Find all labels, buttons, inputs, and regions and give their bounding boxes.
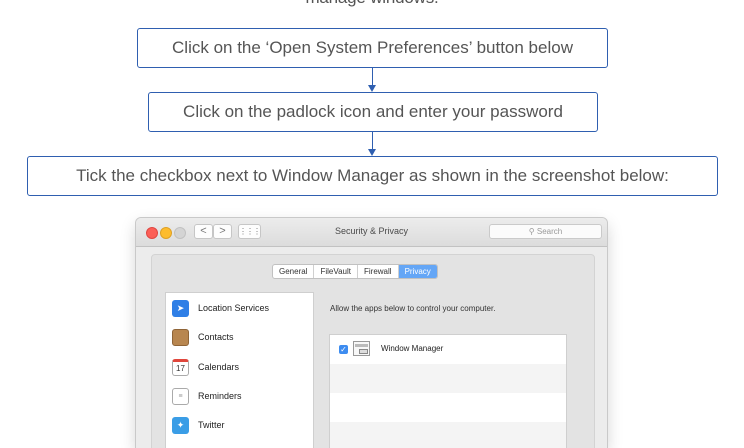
instruction-heading: manage windows. bbox=[0, 0, 744, 8]
accessibility-description: Allow the apps below to control your com… bbox=[330, 304, 496, 313]
window-manager-checkbox[interactable]: ✓ bbox=[339, 345, 348, 354]
sidebar-item-label: Location Services bbox=[198, 303, 270, 313]
sidebar-item-reminders[interactable]: ≡ Reminders bbox=[172, 386, 242, 406]
reminders-list-icon: ≡ bbox=[172, 387, 189, 405]
twitter-bird-icon: ✦ bbox=[172, 416, 189, 434]
arrow-connector bbox=[372, 132, 373, 150]
calendar-icon: 17 bbox=[172, 358, 189, 376]
sidebar-item-label: Reminders bbox=[198, 391, 242, 401]
list-item-empty bbox=[330, 364, 566, 393]
sidebar-item-twitter[interactable]: ✦ Twitter bbox=[172, 415, 225, 435]
tab-privacy[interactable]: Privacy bbox=[398, 265, 437, 278]
step-open-system-preferences: Click on the ‘Open System Preferences’ b… bbox=[137, 28, 608, 68]
privacy-category-list: ➤ Location Services Contacts 17 Calendar… bbox=[165, 292, 314, 448]
list-item-empty bbox=[330, 422, 566, 448]
step-click-padlock: Click on the padlock icon and enter your… bbox=[148, 92, 598, 132]
tab-filevault[interactable]: FileVault bbox=[314, 265, 358, 278]
tab-firewall[interactable]: Firewall bbox=[358, 265, 399, 278]
sidebar-item-calendars[interactable]: 17 Calendars bbox=[172, 357, 239, 377]
search-input[interactable]: ⚲ Search bbox=[489, 224, 602, 239]
tab-bar: General FileVault Firewall Privacy bbox=[272, 264, 438, 279]
search-icon: ⚲ bbox=[528, 227, 537, 236]
tab-general[interactable]: General bbox=[273, 265, 315, 278]
step-tick-checkbox: Tick the checkbox next to Window Manager… bbox=[27, 156, 718, 196]
sidebar-item-label: Contacts bbox=[198, 332, 234, 342]
arrow-down-icon bbox=[368, 85, 376, 92]
security-privacy-window: < > ⋮⋮⋮ Security & Privacy ⚲ Search Gene… bbox=[136, 218, 607, 448]
sidebar-item-location-services[interactable]: ➤ Location Services bbox=[172, 298, 269, 318]
sidebar-item-label: Calendars bbox=[198, 362, 240, 372]
arrow-down-icon bbox=[368, 149, 376, 156]
sidebar-item-contacts[interactable]: Contacts bbox=[172, 327, 234, 347]
list-item-empty bbox=[330, 393, 566, 422]
title-bar: < > ⋮⋮⋮ Security & Privacy ⚲ Search bbox=[136, 218, 607, 247]
search-placeholder: Search bbox=[536, 227, 563, 236]
window-manager-app-icon bbox=[353, 341, 370, 356]
app-list: ✓ Window Manager bbox=[329, 334, 567, 448]
contacts-book-icon bbox=[172, 328, 189, 346]
arrow-connector bbox=[372, 68, 373, 86]
app-name: Window Manager bbox=[381, 344, 444, 353]
list-item: ✓ Window Manager bbox=[330, 335, 566, 364]
location-arrow-icon: ➤ bbox=[172, 299, 189, 317]
sidebar-item-label: Twitter bbox=[198, 420, 225, 430]
